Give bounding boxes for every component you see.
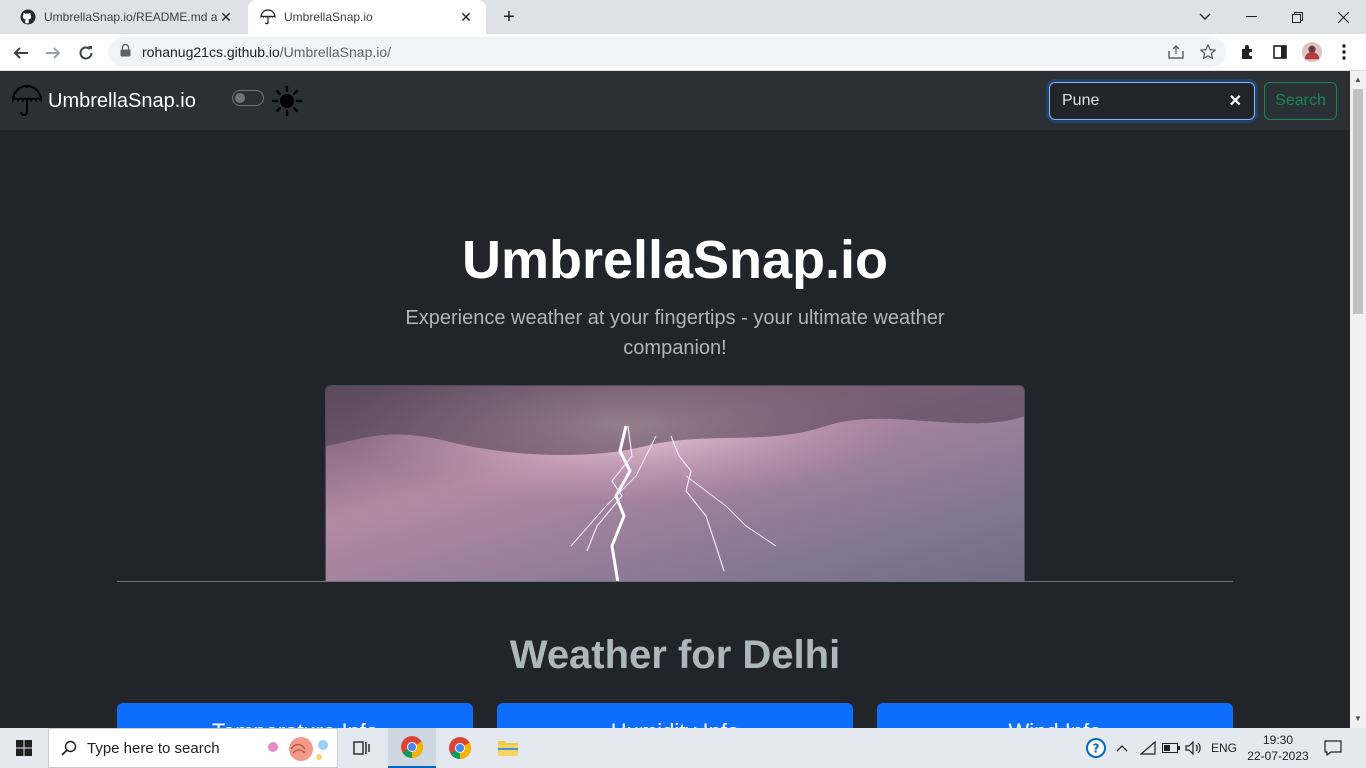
close-window-button[interactable] bbox=[1320, 0, 1366, 34]
card-title: Wind Info bbox=[1009, 719, 1102, 728]
bookmark-star-icon[interactable] bbox=[1198, 42, 1218, 62]
card-title: Temperature Info bbox=[212, 719, 378, 728]
humidity-card: Humidity Info bbox=[497, 703, 853, 728]
address-bar[interactable]: rohanug21cs.github.io/UmbrellaSnap.io/ bbox=[108, 37, 1226, 67]
web-page: UmbrellaSnap.io Pune ✕ Search UmbrellaSn… bbox=[0, 71, 1350, 728]
clear-search-icon[interactable]: ✕ bbox=[1229, 91, 1242, 111]
help-icon[interactable]: ? bbox=[1084, 728, 1108, 768]
hero-subtitle: Experience weather at your fingertips - … bbox=[405, 307, 945, 359]
sun-icon bbox=[271, 85, 303, 122]
tab-close-icon[interactable]: ✕ bbox=[218, 9, 234, 26]
browser-tabstrip: UmbrellaSnap.io/README.md at ✕ UmbrellaS… bbox=[0, 0, 1366, 34]
url-path: /UmbrellaSnap.io/ bbox=[279, 44, 392, 60]
chrome-menu-icon[interactable] bbox=[1334, 42, 1354, 62]
site-brand[interactable]: UmbrellaSnap.io bbox=[12, 85, 196, 117]
search-value: Pune bbox=[1062, 92, 1100, 109]
windows-start-icon[interactable] bbox=[0, 728, 48, 768]
scrollbar-thumb[interactable] bbox=[1353, 89, 1363, 314]
search-icon bbox=[61, 740, 77, 756]
back-arrow-icon[interactable] bbox=[8, 40, 34, 66]
tab-title: UmbrellaSnap.io bbox=[284, 10, 373, 24]
minimize-button[interactable] bbox=[1228, 0, 1274, 34]
section-divider bbox=[117, 581, 1233, 582]
card-title: Humidity Info bbox=[611, 719, 739, 728]
clock-date: 22-07-2023 bbox=[1247, 749, 1309, 763]
site-navbar: UmbrellaSnap.io Pune ✕ Search bbox=[0, 71, 1350, 130]
hero-title: UmbrellaSnap.io bbox=[461, 230, 889, 290]
browser-tab-umbrellasnap[interactable]: UmbrellaSnap.io ✕ bbox=[248, 0, 486, 34]
search-highlight-brain-icon bbox=[268, 737, 328, 761]
github-icon bbox=[20, 9, 36, 25]
chevron-up-icon[interactable] bbox=[1113, 728, 1131, 768]
lock-icon bbox=[120, 43, 134, 60]
share-icon[interactable] bbox=[1166, 42, 1186, 62]
forward-arrow-icon[interactable] bbox=[40, 40, 66, 66]
temperature-card: Temperature Info bbox=[117, 703, 473, 728]
chrome-profile-taskbar-icon[interactable] bbox=[436, 728, 484, 768]
search-button[interactable]: Search bbox=[1264, 82, 1337, 120]
extensions-puzzle-icon[interactable] bbox=[1238, 42, 1258, 62]
battery-icon[interactable] bbox=[1161, 728, 1181, 768]
url-host: rohanug21cs.github.io bbox=[142, 44, 280, 60]
wind-card: Wind Info bbox=[877, 703, 1233, 728]
umbrella-icon bbox=[260, 9, 276, 25]
new-tab-button[interactable]: + bbox=[498, 6, 520, 28]
scroll-up-arrow-icon[interactable]: ▲ bbox=[1354, 75, 1362, 84]
file-explorer-icon[interactable] bbox=[484, 728, 532, 768]
clock-time: 19:30 bbox=[1262, 733, 1294, 747]
browser-toolbar: rohanug21cs.github.io/UmbrellaSnap.io/ bbox=[0, 34, 1366, 71]
weather-heading: Weather for Delhi bbox=[509, 633, 841, 677]
windows-taskbar: Type here to search ? ENG 19:30 22-07-20… bbox=[0, 728, 1366, 768]
browser-tab-readme[interactable]: UmbrellaSnap.io/README.md at ✕ bbox=[8, 0, 246, 34]
taskbar-search-box[interactable]: Type here to search bbox=[48, 728, 338, 768]
tab-close-icon[interactable]: ✕ bbox=[458, 9, 474, 26]
side-panel-icon[interactable] bbox=[1270, 42, 1290, 62]
tab-search-icon[interactable] bbox=[1182, 0, 1228, 34]
notifications-icon[interactable] bbox=[1320, 728, 1346, 768]
lightning-storm-image bbox=[325, 385, 1025, 582]
system-clock[interactable]: 19:30 22-07-2023 bbox=[1244, 732, 1312, 764]
umbrella-logo-icon bbox=[12, 85, 42, 116]
svg-text:?: ? bbox=[1093, 742, 1100, 756]
language-indicator[interactable]: ENG bbox=[1208, 728, 1240, 768]
reload-icon[interactable] bbox=[73, 40, 99, 66]
theme-toggle-switch[interactable] bbox=[232, 90, 264, 106]
volume-icon[interactable] bbox=[1184, 728, 1204, 768]
toggle-knob bbox=[235, 93, 245, 103]
tab-title: UmbrellaSnap.io/README.md at bbox=[44, 10, 218, 24]
scroll-down-arrow-icon[interactable]: ▼ bbox=[1354, 714, 1362, 723]
wifi-icon[interactable] bbox=[1138, 728, 1158, 768]
search-placeholder: Type here to search bbox=[87, 739, 220, 757]
brand-name: UmbrellaSnap.io bbox=[48, 89, 196, 112]
city-search-input[interactable]: Pune ✕ bbox=[1049, 82, 1255, 120]
restore-button[interactable] bbox=[1274, 0, 1320, 34]
chrome-taskbar-icon[interactable] bbox=[388, 728, 436, 768]
page-scrollbar[interactable]: ▲ ▼ bbox=[1350, 71, 1366, 728]
profile-avatar[interactable] bbox=[1302, 42, 1322, 62]
task-view-icon[interactable] bbox=[338, 728, 386, 768]
